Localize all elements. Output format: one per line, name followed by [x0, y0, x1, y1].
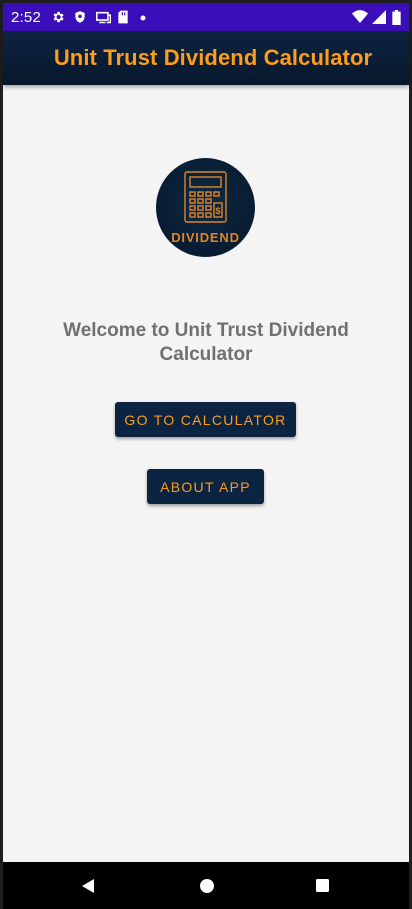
dot-icon: [139, 10, 153, 24]
status-bar: 2:52: [3, 3, 409, 31]
status-icons-left: [51, 9, 153, 25]
main-content: $ DIVIDEND Welcome to Unit Trust Dividen…: [3, 85, 409, 862]
signal-icon: [372, 10, 386, 24]
wifi-icon: [352, 10, 368, 24]
recents-icon[interactable]: [315, 878, 330, 898]
welcome-text: Welcome to Unit Trust Dividend Calculato…: [63, 320, 349, 365]
app-title: Unit Trust Dividend Calculator: [53, 45, 373, 70]
status-time: 2:52: [11, 9, 41, 26]
settings-icon: [51, 10, 65, 24]
cast-icon: [95, 10, 112, 24]
navigation-bar: [3, 862, 409, 909]
battery-icon: [392, 10, 401, 25]
sd-card-icon: [117, 10, 131, 24]
home-icon[interactable]: [199, 878, 215, 899]
device-frame: 2:52 Unit Trust Dividend Calculator $ DI…: [0, 0, 412, 909]
go-to-calculator-button[interactable]: GO TO CALCULATOR: [115, 402, 296, 437]
status-icons-right: [352, 9, 401, 25]
logo-label: DIVIDEND: [171, 230, 240, 245]
shield-icon: [73, 10, 87, 24]
about-app-button[interactable]: ABOUT APP: [147, 469, 264, 504]
app-logo: $ DIVIDEND: [156, 158, 255, 257]
app-bar: Unit Trust Dividend Calculator: [3, 31, 409, 85]
svg-text:$: $: [215, 206, 220, 216]
back-icon[interactable]: [80, 878, 96, 899]
